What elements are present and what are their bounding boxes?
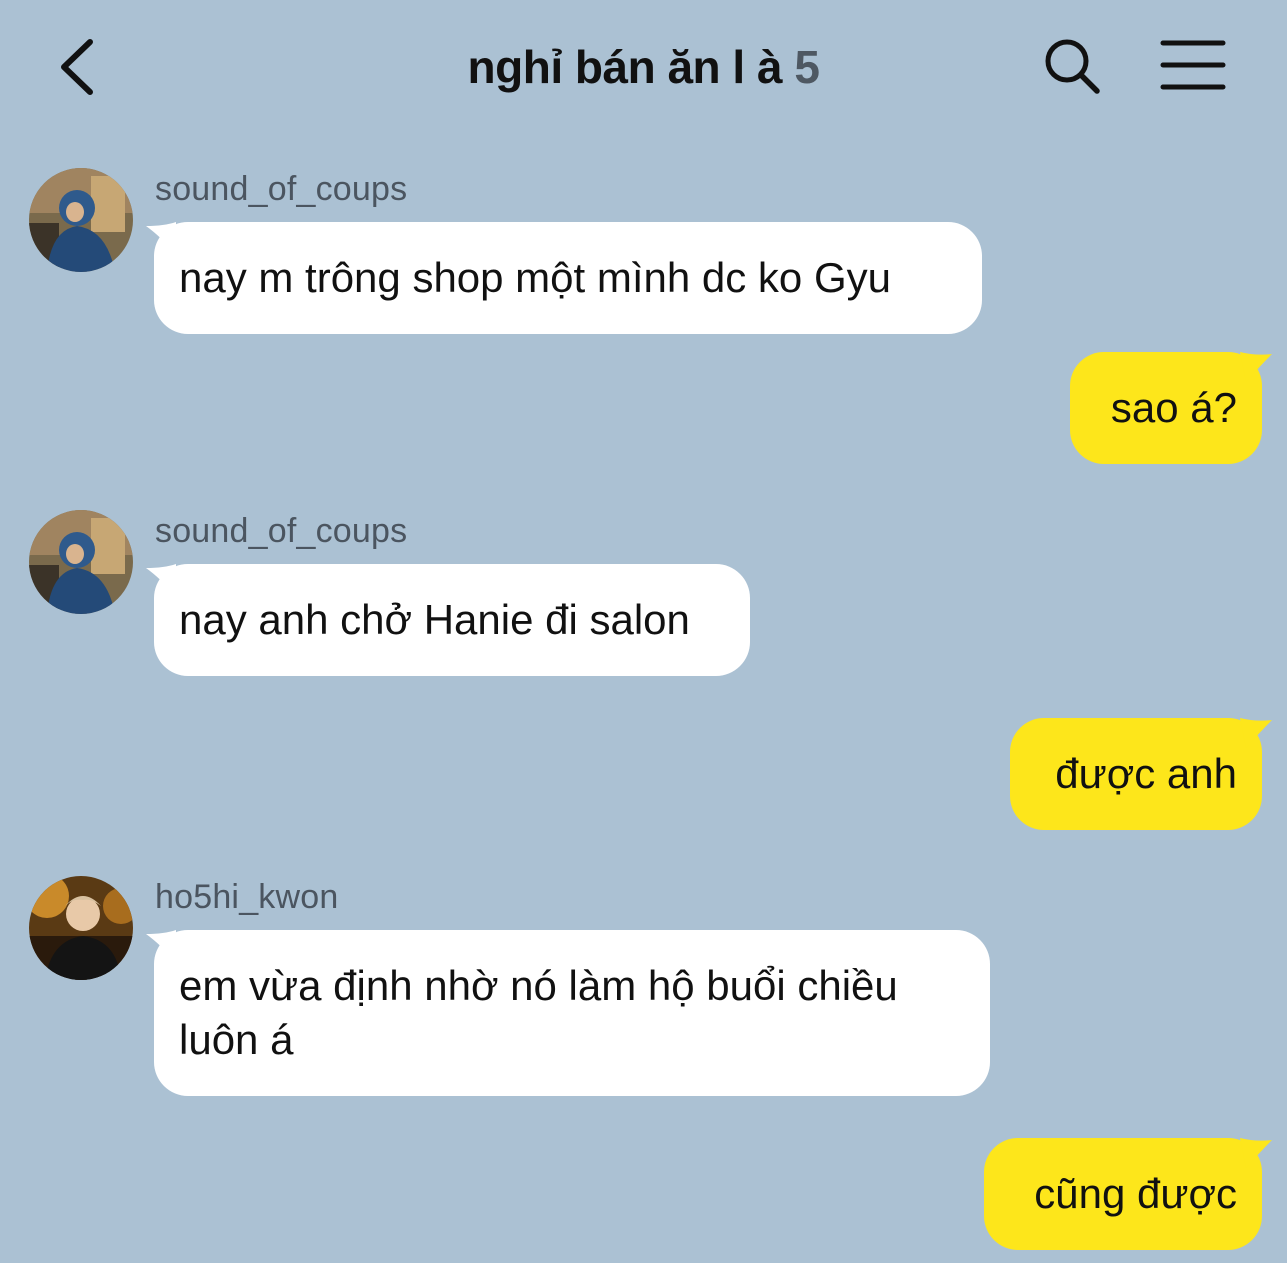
member-count: 5 — [794, 41, 820, 93]
message-text: sao á? — [1110, 384, 1237, 431]
bubble-tail — [1240, 1138, 1272, 1168]
message-text: nay m trông shop một mình dc ko Gyu — [179, 254, 891, 301]
sender-avatar[interactable] — [29, 510, 133, 614]
message-text: em vừa định nhờ nó làm hộ buổi chiều luô… — [179, 962, 898, 1063]
message-text: cũng được — [1034, 1170, 1237, 1217]
bubble-tail — [1240, 718, 1272, 748]
search-icon — [1045, 39, 1100, 94]
hamburger-menu-icon — [1160, 40, 1226, 90]
message-bubble-outgoing[interactable]: được anh — [1010, 718, 1262, 830]
sender-name: sound_of_coups — [155, 512, 408, 550]
sender-avatar[interactable] — [29, 876, 133, 980]
menu-button[interactable] — [1160, 38, 1226, 92]
message-text: được anh — [1055, 750, 1237, 797]
chat-header: nghỉ bán ăn l à 5 — [0, 0, 1287, 130]
message-bubble-outgoing[interactable]: sao á? — [1070, 352, 1262, 464]
bubble-tail — [1240, 352, 1272, 382]
sender-avatar[interactable] — [29, 168, 133, 272]
chat-title-text: nghỉ bán ăn l à — [467, 41, 783, 93]
search-button[interactable] — [1040, 34, 1104, 98]
message-bubble-incoming[interactable]: nay anh chở Hanie đi salon — [154, 564, 750, 676]
message-bubble-incoming[interactable]: em vừa định nhờ nó làm hộ buổi chiều luô… — [154, 930, 990, 1096]
message-bubble-incoming[interactable]: nay m trông shop một mình dc ko Gyu — [154, 222, 982, 334]
sender-name: sound_of_coups — [155, 170, 408, 208]
message-bubble-outgoing[interactable]: cũng được — [984, 1138, 1262, 1250]
sender-name: ho5hi_kwon — [155, 878, 339, 916]
message-text: nay anh chở Hanie đi salon — [179, 596, 690, 643]
